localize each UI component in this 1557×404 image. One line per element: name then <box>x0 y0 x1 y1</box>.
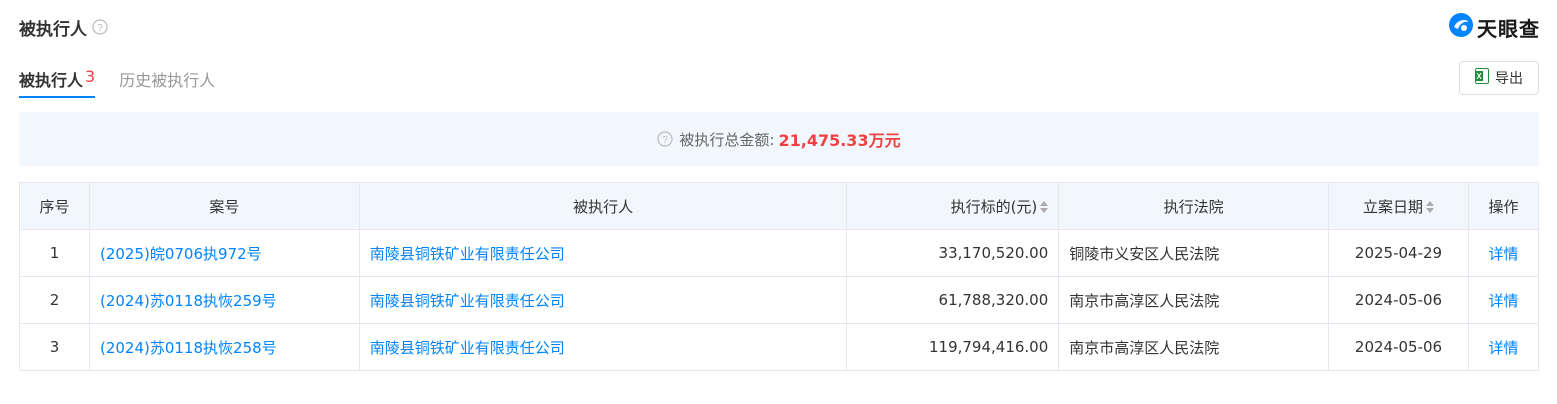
cell-court: 铜陵市义安区人民法院 <box>1058 229 1330 277</box>
cell-court: 南京市高淳区人民法院 <box>1058 323 1330 371</box>
detail-link[interactable]: 详情 <box>1488 292 1518 310</box>
detail-link[interactable]: 详情 <box>1488 339 1518 357</box>
col-header-action: 操作 <box>1467 182 1540 230</box>
case-number-link[interactable]: (2024)苏0118执恢259号 <box>100 292 277 310</box>
tab-count: 3 <box>85 67 96 86</box>
detail-link[interactable]: 详情 <box>1488 245 1518 263</box>
total-amount-label: 被执行总金额: <box>679 130 775 149</box>
cell-index: 2 <box>19 276 90 324</box>
cell-amount: 61,788,320.00 <box>846 276 1060 324</box>
col-header-case-no: 案号 <box>88 182 360 230</box>
tab-label: 被执行人 <box>19 71 84 90</box>
party-link[interactable]: 南陵县铜铁矿业有限责任公司 <box>370 245 565 263</box>
svg-text:X: X <box>1476 72 1482 81</box>
col-header-amount-label: 执行标的(元) <box>950 197 1038 216</box>
brand-logo: 天眼查 <box>1448 13 1540 41</box>
cell-court: 南京市高淳区人民法院 <box>1058 276 1330 324</box>
col-header-party: 被执行人 <box>358 182 848 230</box>
col-header-date[interactable]: 立案日期 <box>1328 182 1469 230</box>
cell-amount: 33,170,520.00 <box>846 229 1060 277</box>
total-amount-value: 21,475.33万元 <box>778 131 901 150</box>
export-label: 导出 <box>1495 71 1523 87</box>
question-circle-icon[interactable]: ? <box>657 131 674 147</box>
tab-executed-persons[interactable]: 被执行人 3 <box>19 64 96 98</box>
sort-icon[interactable] <box>1040 201 1049 213</box>
table-row: 1 (2025)皖0706执972号 南陵县铜铁矿业有限责任公司 33,170,… <box>19 229 1540 277</box>
cell-index: 3 <box>19 323 90 371</box>
excel-icon: X <box>1475 68 1489 88</box>
party-link[interactable]: 南陵县铜铁矿业有限责任公司 <box>370 292 565 310</box>
case-number-link[interactable]: (2025)皖0706执972号 <box>100 245 262 263</box>
tab-label: 历史被执行人 <box>119 71 216 90</box>
col-header-amount[interactable]: 执行标的(元) <box>846 182 1060 230</box>
party-link[interactable]: 南陵县铜铁矿业有限责任公司 <box>370 339 565 357</box>
cell-date: 2024-05-06 <box>1328 276 1469 324</box>
executed-persons-table: 序号 案号 被执行人 执行标的(元) 执行法院 立案日期 操作 1 (2025)… <box>19 182 1540 371</box>
total-amount-banner: ? 被执行总金额: 21,475.33万元 <box>19 112 1539 166</box>
table-row: 2 (2024)苏0118执恢259号 南陵县铜铁矿业有限责任公司 61,788… <box>19 276 1540 324</box>
col-header-date-label: 立案日期 <box>1363 197 1424 216</box>
question-circle-icon[interactable]: ? <box>92 19 108 35</box>
section-title: 被执行人 <box>19 19 87 40</box>
export-button[interactable]: X 导出 <box>1459 61 1539 95</box>
col-header-court: 执行法院 <box>1058 182 1330 230</box>
table-header-row: 序号 案号 被执行人 执行标的(元) 执行法院 立案日期 操作 <box>19 182 1540 230</box>
cell-date: 2025-04-29 <box>1328 229 1469 277</box>
case-number-link[interactable]: (2024)苏0118执恢258号 <box>100 339 277 357</box>
cell-amount: 119,794,416.00 <box>846 323 1060 371</box>
col-header-index: 序号 <box>19 182 90 230</box>
section-header: 被执行人 ? <box>19 14 108 40</box>
svg-text:?: ? <box>663 135 669 146</box>
cell-index: 1 <box>19 229 90 277</box>
svg-text:?: ? <box>97 23 103 34</box>
table-row: 3 (2024)苏0118执恢258号 南陵县铜铁矿业有限责任公司 119,79… <box>19 323 1540 371</box>
sort-icon[interactable] <box>1426 201 1435 213</box>
tab-history-executed-persons[interactable]: 历史被执行人 <box>119 64 215 98</box>
logo-text: 天眼查 <box>1477 16 1540 41</box>
cell-date: 2024-05-06 <box>1328 323 1469 371</box>
tab-bar: 被执行人 3 历史被执行人 <box>19 64 239 98</box>
tianyancha-logo-icon <box>1448 12 1474 42</box>
